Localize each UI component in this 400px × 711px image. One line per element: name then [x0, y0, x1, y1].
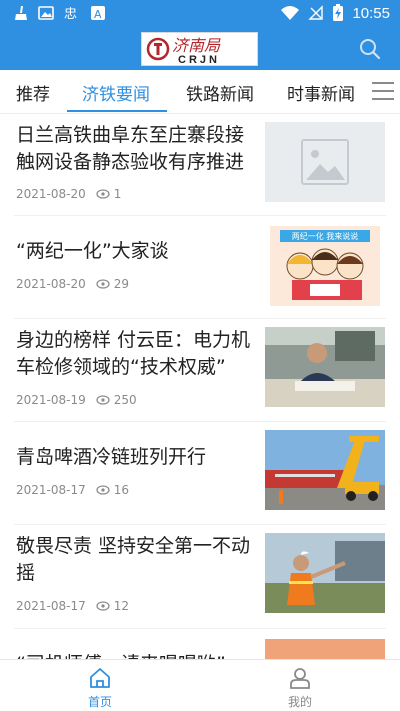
menu-icon[interactable]: [372, 82, 394, 102]
partial-photo: [265, 639, 385, 659]
signal-off-icon: [308, 5, 324, 20]
nav-home[interactable]: 首页: [70, 666, 130, 710]
tab-jitie-news[interactable]: 济铁要闻: [82, 80, 150, 105]
article-views: 12: [113, 599, 130, 613]
article-meta: 2021-08-17 12: [16, 599, 129, 613]
list-item[interactable]: 身边的榜样 付云臣：电力机车检修领域的“技术权威” 2021-08-19 250: [0, 319, 400, 422]
railway-worker-photo: [265, 533, 385, 613]
article-date: 2021-08-20: [16, 277, 86, 291]
battery-charging-icon: [333, 4, 344, 21]
font-icon: A: [91, 6, 105, 21]
article-title: 青岛啤酒冷链班列开行: [16, 446, 207, 468]
broom-icon: [15, 6, 27, 20]
article-views: 29: [113, 277, 130, 291]
bottom-navigation: 首页 我的: [0, 659, 400, 711]
wifi-icon: [281, 6, 300, 20]
app-logo: 济南局 CRJN: [141, 32, 258, 66]
placeholder-image-icon: [265, 122, 385, 202]
article-title: 日兰高铁曲阜东至庄寨段接触网设备静态验收有序推进: [16, 124, 245, 173]
eye-icon: [96, 189, 110, 199]
article-views: 16: [113, 483, 130, 497]
tab-current-news[interactable]: 时事新闻: [287, 80, 355, 105]
nav-home-label: 首页: [87, 695, 112, 709]
article-title: 敬畏尽责 坚持安全第一不动摇: [16, 535, 251, 584]
article-date: 2021-08-17: [16, 599, 86, 613]
article-title: “司机师傅，请来喝喝哟”: [16, 651, 266, 659]
list-item[interactable]: 青岛啤酒冷链班列开行 2021-08-17 16: [0, 422, 400, 525]
list-item[interactable]: 日兰高铁曲阜东至庄寨段接触网设备静态验收有序推进 2021-08-20 1: [0, 114, 400, 216]
article-date: 2021-08-19: [16, 393, 86, 407]
article-title: “两纪一化”大家谈: [16, 240, 169, 262]
app-header: 济南局 CRJN: [0, 28, 400, 70]
article-meta: 2021-08-19 250: [16, 393, 137, 407]
image-icon: [38, 6, 54, 20]
list-item[interactable]: “司机师傅，请来喝喝哟”: [0, 629, 400, 659]
eye-icon: [96, 485, 110, 495]
article-meta: 2021-08-17 16: [16, 483, 129, 497]
nav-me[interactable]: 我的: [270, 666, 330, 710]
thumb-banner-text: 两纪一化 我来说说: [292, 231, 359, 241]
active-tab-indicator: [67, 110, 167, 112]
eye-icon: [96, 601, 110, 611]
search-icon[interactable]: [358, 37, 382, 61]
svg-text:CRJN: CRJN: [178, 54, 220, 65]
article-views: 250: [113, 393, 137, 407]
article-list: 日兰高铁曲阜东至庄寨段接触网设备静态验收有序推进 2021-08-20 1 “两…: [0, 114, 400, 659]
svg-text:济南局: 济南局: [172, 36, 221, 55]
home-icon: [90, 668, 110, 688]
tab-recommend[interactable]: 推荐: [16, 80, 50, 105]
app-notification-icon: 忠: [64, 7, 77, 21]
status-time: 10:55: [352, 4, 390, 22]
svg-text:忠: 忠: [64, 7, 77, 21]
status-bar: 忠 A 10:55: [0, 0, 400, 28]
list-item[interactable]: “两纪一化”大家谈 2021-08-20 29 两纪一化 我来说说: [0, 216, 400, 319]
article-meta: 2021-08-20 29: [16, 277, 129, 291]
man-at-desk-photo: [265, 327, 385, 407]
article-meta: 2021-08-20 1: [16, 187, 121, 201]
container-crane-photo: [265, 430, 385, 510]
category-tabs: 推荐 济铁要闻 铁路新闻 时事新闻: [0, 70, 400, 114]
cartoon-illustration: 两纪一化 我来说说: [270, 226, 380, 306]
article-views: 1: [113, 187, 122, 201]
article-date: 2021-08-20: [16, 187, 86, 201]
nav-me-label: 我的: [287, 695, 312, 709]
eye-icon: [96, 395, 110, 405]
article-date: 2021-08-17: [16, 483, 86, 497]
eye-icon: [96, 279, 110, 289]
user-icon: [290, 668, 310, 689]
list-item[interactable]: 敬畏尽责 坚持安全第一不动摇 2021-08-17 12: [0, 525, 400, 629]
svg-text:A: A: [94, 8, 102, 21]
article-title: 身边的榜样 付云臣：电力机车检修领域的“技术权威”: [16, 329, 251, 378]
tab-railway-news[interactable]: 铁路新闻: [186, 80, 254, 105]
